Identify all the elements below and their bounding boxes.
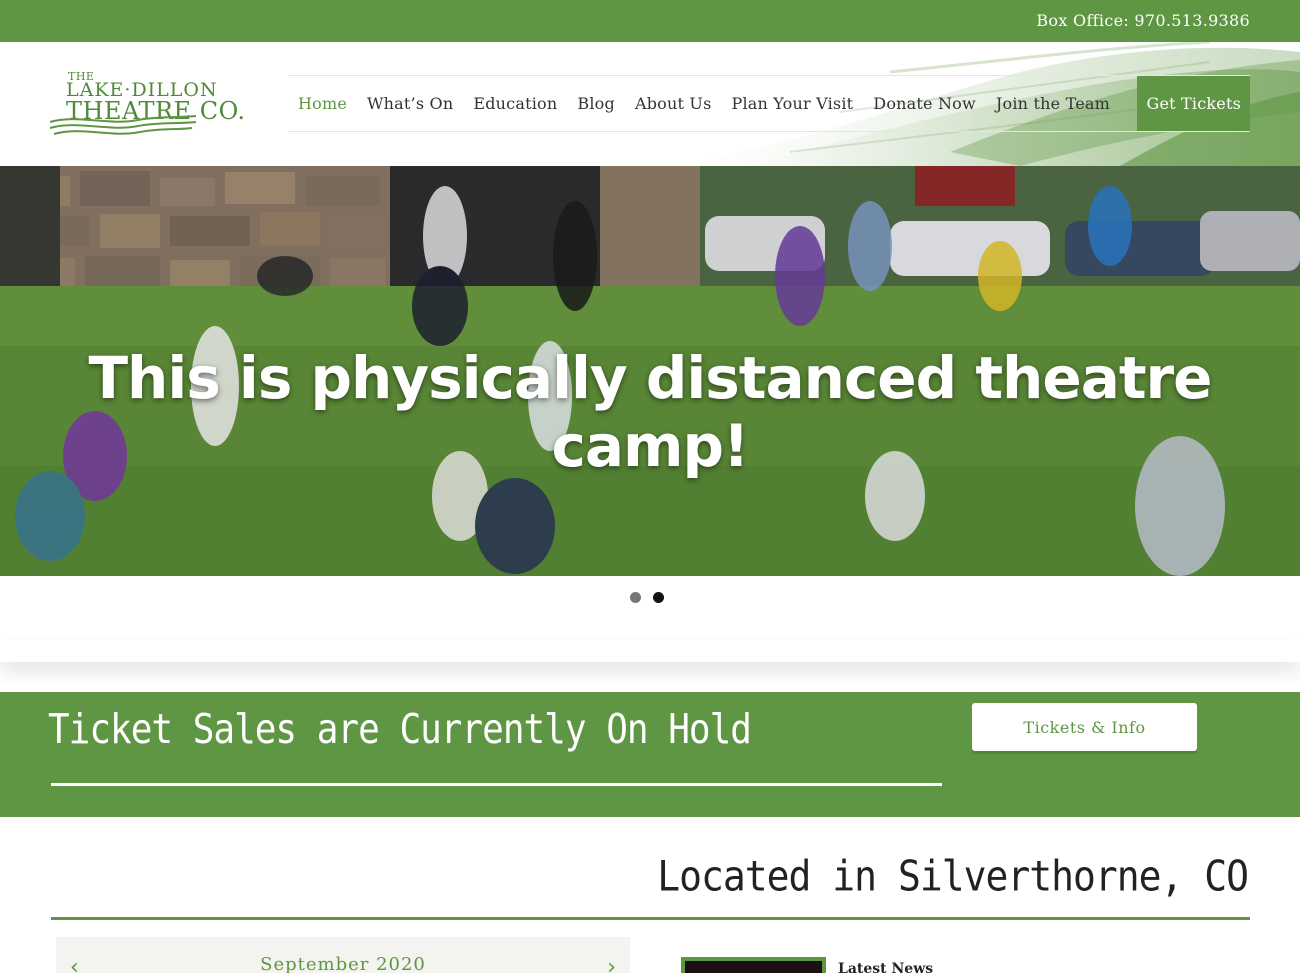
nav-whats-on[interactable]: What’s On — [357, 76, 463, 131]
location-divider — [51, 917, 1250, 920]
section-shadow — [0, 640, 1300, 662]
main-nav: Home What’s On Education Blog About Us P… — [288, 75, 1250, 132]
event-calendar: ‹ September 2020 › — [56, 937, 630, 973]
logo-waves-icon — [49, 115, 197, 135]
location-heading: Located in Silverthorne, CO — [657, 852, 1249, 901]
nav-join-the-team[interactable]: Join the Team — [986, 76, 1120, 131]
band-divider — [51, 783, 942, 786]
top-bar: Box Office: 970.513.9386 — [0, 0, 1300, 42]
latest-news-heading: Latest News — [838, 961, 934, 973]
ticket-sales-band: Ticket Sales are Currently On Hold Ticke… — [0, 692, 1300, 817]
nav-home[interactable]: Home — [288, 76, 357, 131]
box-office-phone[interactable]: Box Office: 970.513.9386 — [1036, 11, 1250, 30]
slider-dot-2[interactable] — [653, 592, 664, 603]
site-header: THE LAKE·DILLON THEATRE CO. Home What’s … — [0, 42, 1300, 166]
nav-blog[interactable]: Blog — [567, 76, 625, 131]
ticket-sales-heading: Ticket Sales are Currently On Hold — [48, 706, 752, 754]
slider-dots — [630, 592, 664, 603]
nav-donate-now[interactable]: Donate Now — [863, 76, 986, 131]
hero-title: This is physically distanced theatre cam… — [88, 344, 1212, 480]
slider-dot-1[interactable] — [630, 592, 641, 603]
chevron-right-icon[interactable]: › — [607, 955, 616, 973]
nav-plan-your-visit[interactable]: Plan Your Visit — [721, 76, 863, 131]
calendar-month: September 2020 — [260, 954, 426, 973]
hero-slider[interactable]: This is physically distanced theatre cam… — [0, 166, 1300, 576]
nav-education[interactable]: Education — [463, 76, 567, 131]
tickets-info-button[interactable]: Tickets & Info — [972, 703, 1197, 751]
nav-about-us[interactable]: About Us — [625, 76, 722, 131]
news-thumbnail[interactable] — [681, 957, 826, 973]
site-logo[interactable]: THE LAKE·DILLON THEATRE CO. — [48, 70, 248, 142]
get-tickets-button[interactable]: Get Tickets — [1137, 76, 1250, 131]
